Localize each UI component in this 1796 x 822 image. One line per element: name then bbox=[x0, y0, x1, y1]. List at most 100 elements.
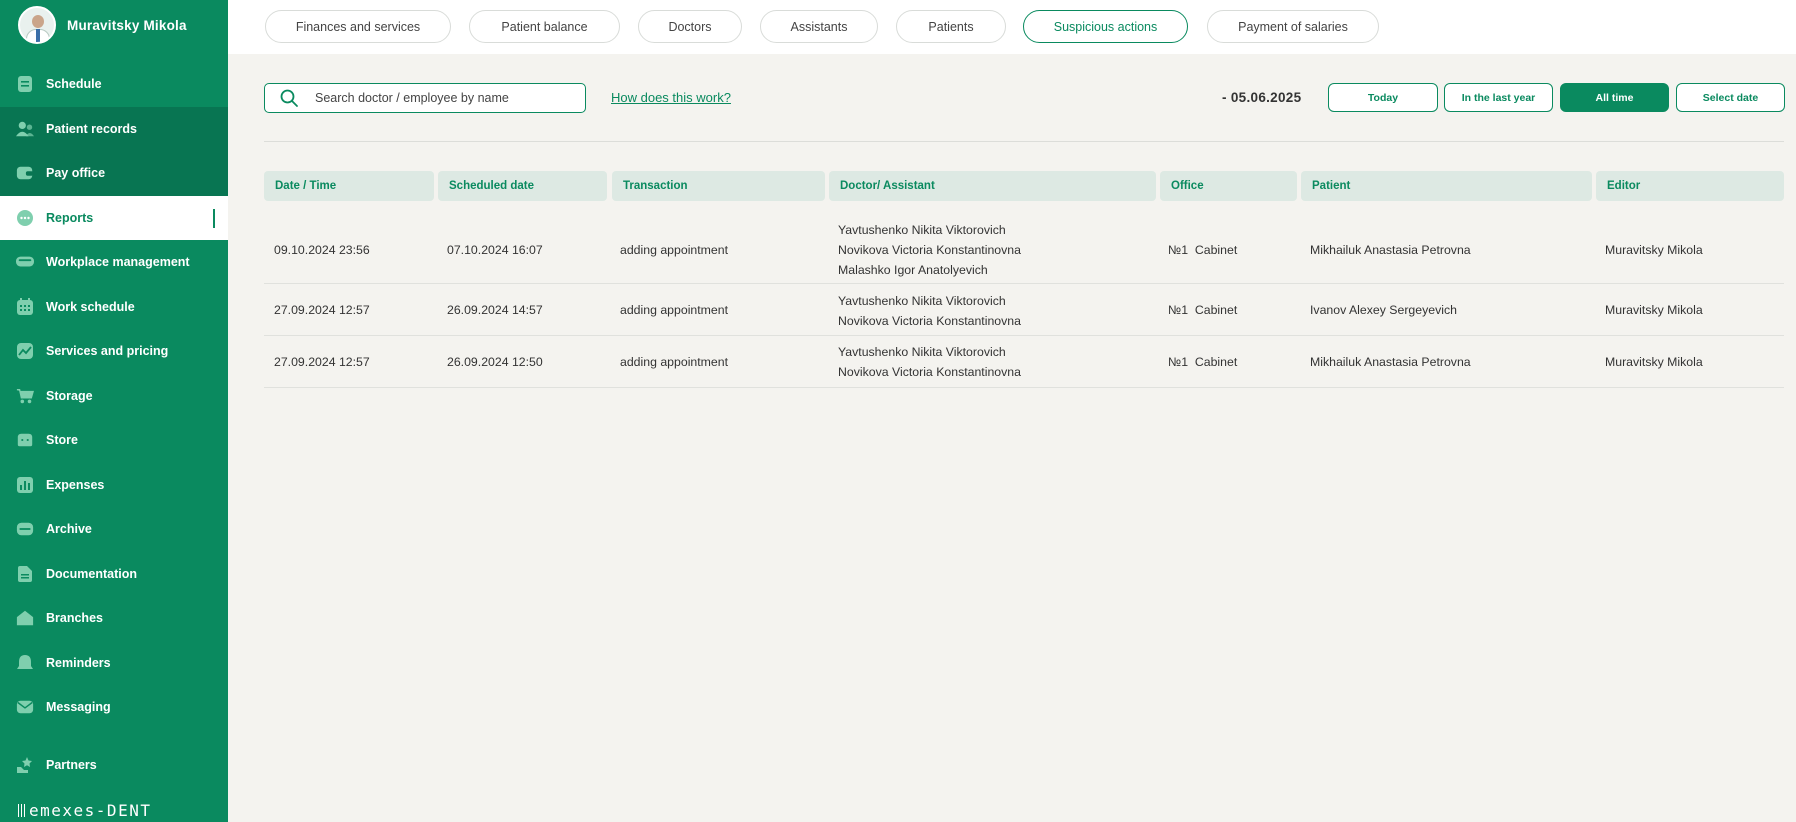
user-name: Muravitsky Mikola bbox=[67, 17, 187, 33]
cell-staff-name: Yavtushenko Nikita Viktorovich bbox=[838, 294, 1006, 308]
sidebar-item-patient-records[interactable]: Patient records bbox=[0, 106, 228, 151]
cell-staff-name: Malashko Igor Anatolyevich bbox=[838, 263, 988, 277]
chat-icon bbox=[16, 209, 34, 227]
sidebar-item-label: Reports bbox=[46, 210, 94, 225]
sidebar-item-label: Work schedule bbox=[46, 299, 135, 314]
sidebar-item-services-and-pricing[interactable]: Services and pricing bbox=[0, 329, 228, 374]
date-range-display: - 05.06.2025 bbox=[1222, 90, 1302, 105]
sidebar-item-work-schedule[interactable]: Work schedule bbox=[0, 285, 228, 330]
divider bbox=[264, 141, 1784, 142]
sidebar-item-branches[interactable]: Branches bbox=[0, 596, 228, 641]
cell-staff-name: Novikova Victoria Konstantinovna bbox=[838, 314, 1021, 328]
column-header-office[interactable]: Office bbox=[1160, 171, 1297, 201]
brand-logo: emexes-DENT bbox=[18, 801, 151, 820]
user-profile[interactable]: Muravitsky Mikola bbox=[0, 0, 228, 50]
column-header-patient[interactable]: Patient bbox=[1301, 171, 1592, 201]
sidebar-item-reports[interactable]: Reports bbox=[0, 195, 228, 240]
calendar-icon bbox=[16, 75, 34, 93]
sidebar-item-schedule[interactable]: Schedule bbox=[0, 62, 228, 107]
dental-chair-icon bbox=[16, 253, 34, 271]
sidebar-item-documentation[interactable]: Documentation bbox=[0, 552, 228, 597]
cell-scheduled-date: 26.09.2024 14:57 bbox=[447, 303, 543, 317]
sidebar-item-label: Storage bbox=[46, 388, 93, 403]
sidebar-item-reminders[interactable]: Reminders bbox=[0, 641, 228, 686]
archive-icon bbox=[16, 520, 34, 538]
cell-staff-name: Novikova Victoria Konstantinovna bbox=[838, 243, 1021, 257]
tab-doctors[interactable]: Doctors bbox=[638, 10, 742, 43]
cell-datetime: 27.09.2024 12:57 bbox=[274, 303, 370, 317]
cell-office: №1 Cabinet bbox=[1168, 303, 1238, 317]
sidebar-item-label: Reminders bbox=[46, 655, 111, 670]
search-input[interactable] bbox=[315, 91, 575, 105]
cell-staff-name: Novikova Victoria Konstantinovna bbox=[838, 365, 1021, 379]
tab-finances-and-services[interactable]: Finances and services bbox=[265, 10, 451, 43]
sidebar-item-label: Partners bbox=[46, 757, 97, 772]
tab-suspicious-actions[interactable]: Suspicious actions bbox=[1023, 10, 1188, 43]
column-header-doctor-assistant[interactable]: Doctor/ Assistant bbox=[829, 171, 1156, 201]
mail-icon bbox=[16, 698, 34, 716]
column-header-editor[interactable]: Editor bbox=[1596, 171, 1784, 201]
sidebar-item-label: Documentation bbox=[46, 566, 137, 581]
sidebar-item-partners[interactable]: Partners bbox=[0, 743, 228, 788]
document-icon bbox=[16, 565, 34, 583]
filter-today-button[interactable]: Today bbox=[1328, 83, 1438, 112]
tab-patients[interactable]: Patients bbox=[896, 10, 1006, 43]
tab-assistants[interactable]: Assistants bbox=[760, 10, 878, 43]
home-icon bbox=[16, 609, 34, 627]
sidebar-item-label: Store bbox=[46, 433, 78, 448]
cell-datetime: 27.09.2024 12:57 bbox=[274, 355, 370, 369]
sidebar-item-label: Messaging bbox=[46, 700, 111, 715]
sidebar-item-label: Pay office bbox=[46, 166, 106, 181]
box-icon bbox=[16, 431, 34, 449]
cell-patient: Ivanov Alexey Sergeyevich bbox=[1310, 303, 1457, 317]
cell-editor: Muravitsky Mikola bbox=[1605, 243, 1703, 257]
star-hand-icon bbox=[16, 756, 34, 774]
sidebar-item-label: Services and pricing bbox=[46, 344, 169, 359]
sidebar-item-workplace-management[interactable]: Workplace management bbox=[0, 240, 228, 285]
tab-patient-balance[interactable]: Patient balance bbox=[469, 10, 620, 43]
sidebar-item-label: Expenses bbox=[46, 477, 105, 492]
calendar-grid-icon bbox=[16, 297, 34, 316]
tab-payment-of-salaries[interactable]: Payment of salaries bbox=[1207, 10, 1379, 43]
cell-staff-name: Yavtushenko Nikita Viktorovich bbox=[838, 223, 1006, 237]
sidebar-nav: Schedule Patient records Pay office Repo… bbox=[0, 62, 228, 787]
report-tabs: Finances and services Patient balance Do… bbox=[228, 0, 1796, 54]
bell-icon bbox=[16, 654, 34, 672]
sidebar-item-label: Patient records bbox=[46, 121, 138, 136]
column-header-scheduled-date[interactable]: Scheduled date bbox=[438, 171, 607, 201]
sidebar-item-expenses[interactable]: Expenses bbox=[0, 463, 228, 508]
cell-patient: Mikhailuk Anastasia Petrovna bbox=[1310, 243, 1471, 257]
wallet-icon bbox=[16, 164, 34, 182]
filter-all-time-button[interactable]: All time bbox=[1560, 83, 1669, 112]
cell-transaction: adding appointment bbox=[620, 303, 729, 317]
cell-editor: Muravitsky Mikola bbox=[1605, 303, 1703, 317]
cell-office: №1 Cabinet bbox=[1168, 243, 1238, 257]
sidebar: Muravitsky Mikola Schedule Patient recor… bbox=[0, 0, 228, 822]
cell-office: №1 Cabinet bbox=[1168, 355, 1238, 369]
sidebar-item-label: Workplace management bbox=[46, 255, 190, 270]
users-icon bbox=[16, 120, 34, 138]
cell-editor: Muravitsky Mikola bbox=[1605, 355, 1703, 369]
cell-transaction: adding appointment bbox=[620, 355, 729, 369]
search-icon bbox=[279, 88, 299, 108]
search-box[interactable] bbox=[264, 83, 586, 113]
column-header-date-time[interactable]: Date / Time bbox=[264, 171, 434, 201]
sidebar-item-messaging[interactable]: Messaging bbox=[0, 685, 228, 730]
cell-scheduled-date: 07.10.2024 16:07 bbox=[447, 243, 543, 257]
cell-scheduled-date: 26.09.2024 12:50 bbox=[447, 355, 543, 369]
cell-transaction: adding appointment bbox=[620, 243, 729, 257]
trend-chart-icon bbox=[16, 342, 34, 360]
sidebar-item-label: Schedule bbox=[46, 77, 102, 92]
filter-last-year-button[interactable]: In the last year bbox=[1444, 83, 1553, 112]
filter-select-date-button[interactable]: Select date bbox=[1676, 83, 1785, 112]
sidebar-item-archive[interactable]: Archive bbox=[0, 507, 228, 552]
cell-patient: Mikhailuk Anastasia Petrovna bbox=[1310, 355, 1471, 369]
column-header-transaction[interactable]: Transaction bbox=[612, 171, 825, 201]
how-does-this-work-link[interactable]: How does this work? bbox=[611, 90, 731, 105]
cell-staff-name: Yavtushenko Nikita Viktorovich bbox=[838, 345, 1006, 359]
sidebar-item-pay-office[interactable]: Pay office bbox=[0, 151, 228, 196]
sidebar-item-storage[interactable]: Storage bbox=[0, 374, 228, 419]
cell-datetime: 09.10.2024 23:56 bbox=[274, 243, 370, 257]
sidebar-item-store[interactable]: Store bbox=[0, 418, 228, 463]
avatar[interactable] bbox=[18, 6, 56, 44]
